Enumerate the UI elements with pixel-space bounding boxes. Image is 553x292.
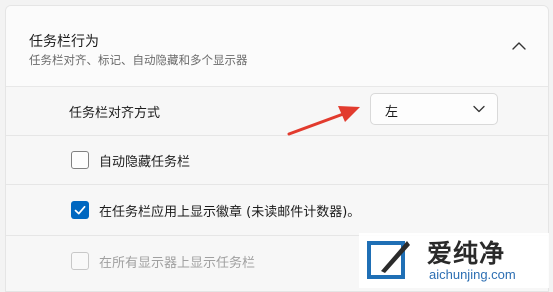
watermark-logo-icon [367,241,410,279]
chevron-up-icon[interactable] [511,40,527,52]
auto-hide-checkbox[interactable] [71,151,89,169]
all-displays-label: 在所有显示器上显示任务栏 [99,256,256,271]
watermark-name: 爱纯净 [427,239,506,268]
auto-hide-row[interactable]: 自动隐藏任务栏 [6,136,548,185]
badges-label: 在任务栏应用上显示徽章 (未读邮件计数器)。 [99,205,361,220]
checkmark-icon [74,205,86,215]
chevron-down-icon [473,105,485,113]
badges-row[interactable]: 在任务栏应用上显示徽章 (未读邮件计数器)。 [6,185,548,236]
taskbar-behaviors-header[interactable]: 任务栏行为 任务栏对齐、标记、自动隐藏和多个显示器 [6,6,548,87]
all-displays-checkbox[interactable] [71,252,89,270]
watermark-url: aichunjing.com [429,267,516,282]
alignment-row: 任务栏对齐方式 左 [6,87,548,136]
badges-checkbox[interactable] [71,201,89,219]
section-subtitle: 任务栏对齐、标记、自动隐藏和多个显示器 [29,53,248,67]
watermark: 爱纯净 aichunjing.com [359,233,549,288]
alignment-selected-value: 左 [385,105,399,120]
auto-hide-label: 自动隐藏任务栏 [99,155,191,170]
section-title: 任务栏行为 [29,34,99,50]
alignment-label: 任务栏对齐方式 [69,106,161,121]
alignment-dropdown[interactable]: 左 [370,93,498,125]
